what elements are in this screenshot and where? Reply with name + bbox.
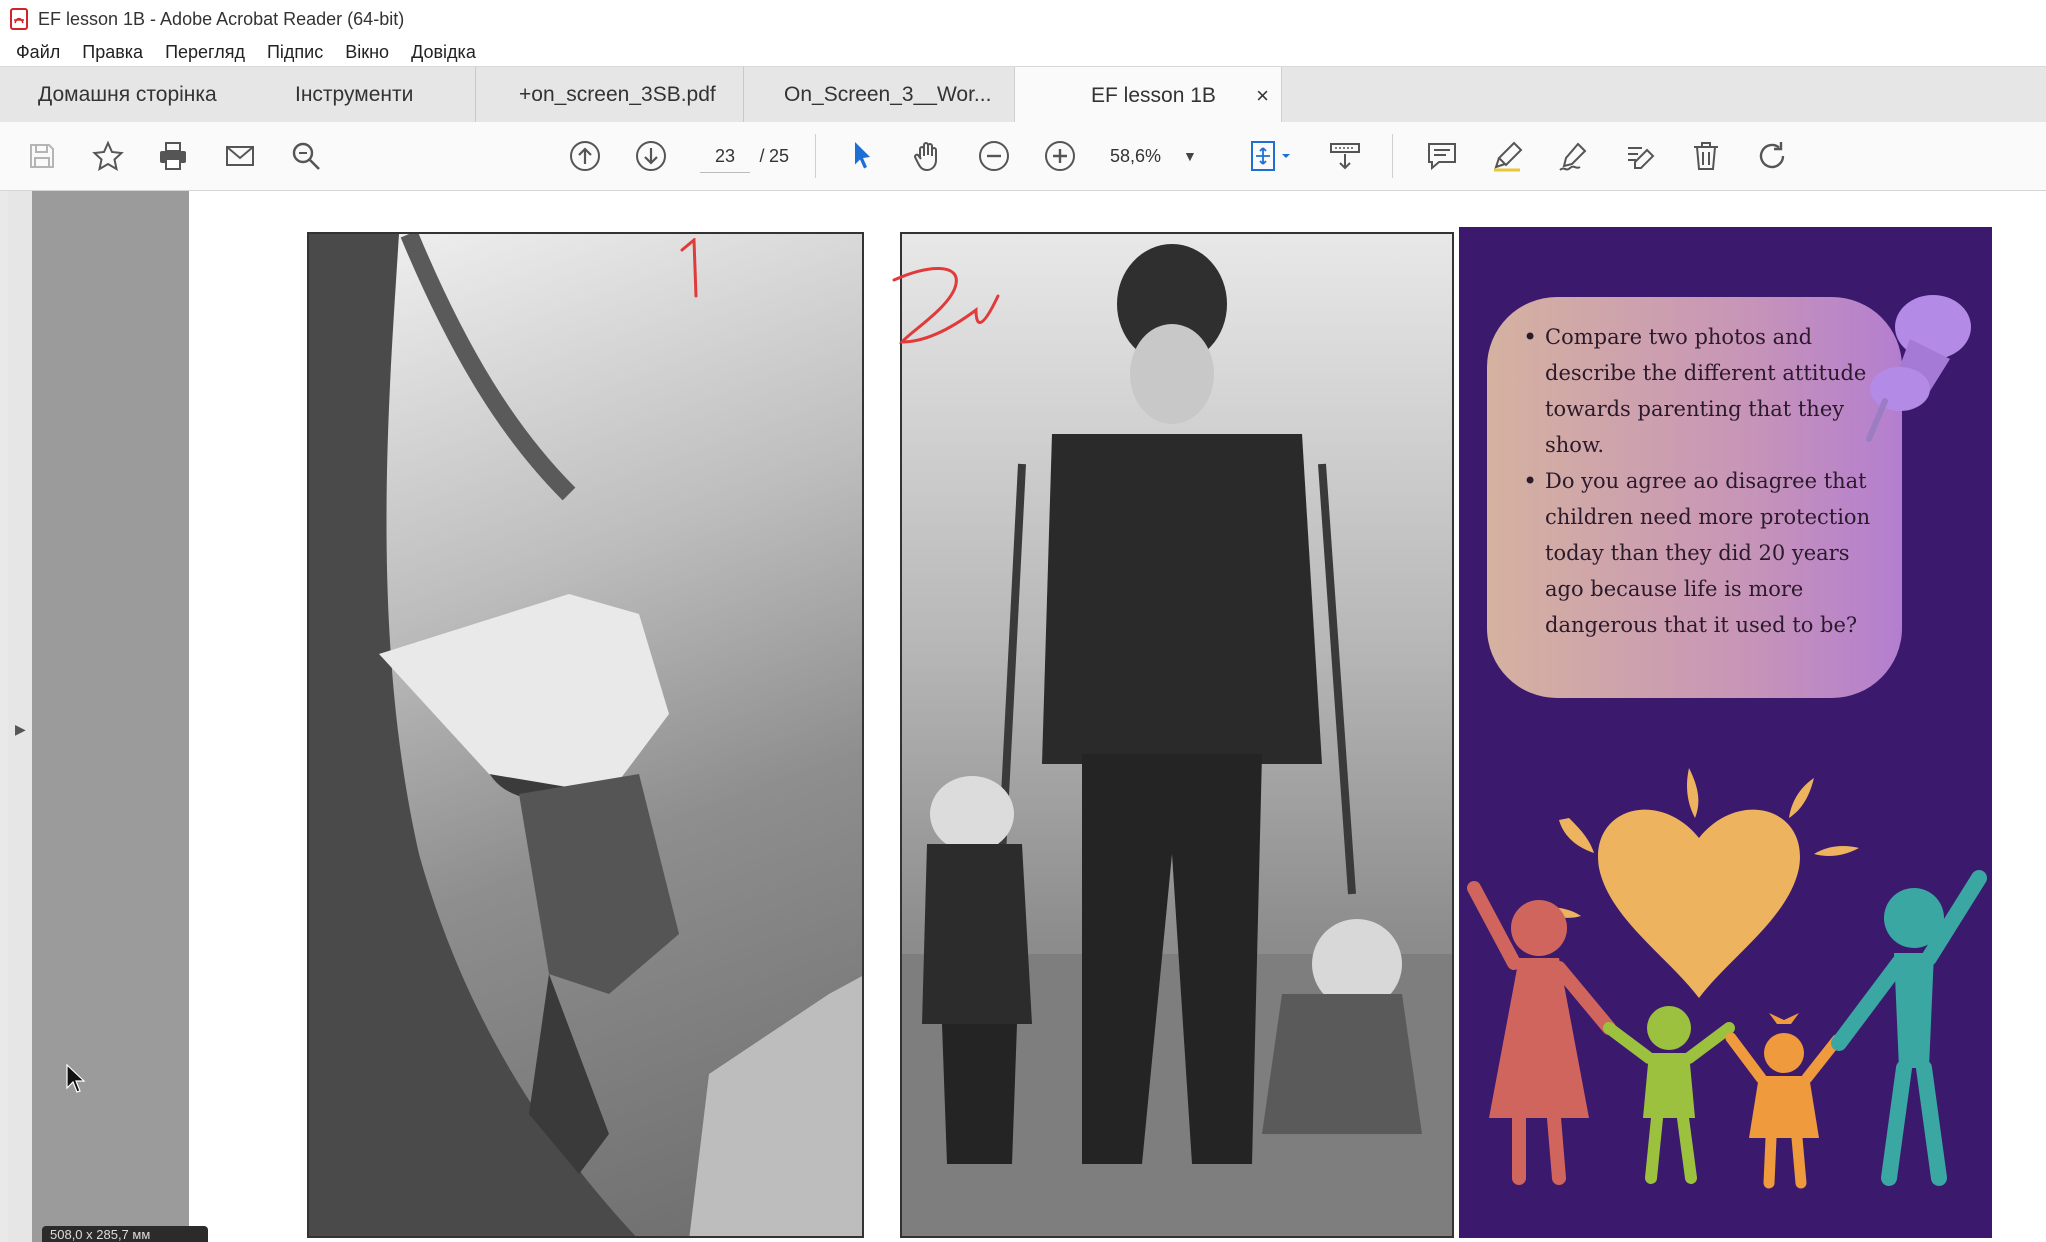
zoom-select[interactable]: 58,6% ▼	[1110, 140, 1210, 172]
fit-page-icon	[1251, 141, 1290, 171]
navigation-panel[interactable]: ▶	[8, 191, 32, 1242]
tab-tools[interactable]: Інструменти	[258, 67, 476, 123]
tab-home-label: Домашня сторінка	[38, 83, 217, 106]
pushpin-icon	[1866, 295, 1971, 442]
plus-circle-icon	[1045, 141, 1075, 171]
edit-text-button[interactable]	[1620, 136, 1660, 176]
zoom-value: 58,6%	[1110, 146, 1162, 166]
figure-child-green-icon	[1603, 1006, 1735, 1184]
page-total: 25	[768, 146, 790, 166]
question-list: Compare two photos and describe the diff…	[1487, 297, 1902, 643]
expand-panel-icon[interactable]: ▶	[15, 721, 26, 738]
tab-tools-label: Інструменти	[295, 83, 414, 106]
chevron-down-icon: ▼	[1183, 148, 1197, 164]
close-tab-icon[interactable]: ×	[1256, 83, 1269, 109]
menu-view[interactable]: Перегляд	[165, 42, 245, 63]
question-item-compare: Compare two photos and describe the diff…	[1523, 319, 1884, 463]
figure-woman-icon	[1467, 881, 1616, 1185]
next-page-button[interactable]	[631, 136, 671, 176]
tab-document-label: EF lesson 1B	[1091, 83, 1216, 107]
toolbar-divider	[815, 134, 816, 178]
menu-file[interactable]: Файл	[16, 42, 60, 63]
zoom-out-button[interactable]	[974, 136, 1014, 176]
undo-icon	[1759, 142, 1785, 169]
mouse-pointer-icon	[66, 1064, 86, 1093]
page-margin-gray	[32, 191, 189, 1242]
edit-text-icon	[1628, 147, 1655, 169]
print-button[interactable]	[153, 136, 193, 176]
comment-button[interactable]	[1422, 136, 1462, 176]
tab-document[interactable]: On_Screen_3__Wor...	[744, 67, 1014, 123]
highlighter-icon	[1494, 141, 1523, 172]
fit-page-button[interactable]	[1245, 136, 1301, 176]
window-title: EF lesson 1B - Adobe Acrobat Reader (64-…	[38, 8, 405, 29]
tab-home[interactable]: Домашня сторінка	[38, 67, 258, 123]
coordinates-readout: 508,0 x 285,7 мм	[42, 1226, 208, 1242]
star-icon	[92, 140, 124, 172]
heart-icon	[1598, 809, 1800, 998]
highlight-button[interactable]	[1488, 136, 1528, 176]
question-bubble: Compare two photos and describe the diff…	[1487, 297, 1902, 698]
bookmark-button[interactable]	[88, 136, 128, 176]
arrow-down-circle-icon	[636, 141, 666, 171]
tab-document-label: +on_screen_3SB.pdf	[519, 83, 716, 106]
tab-bar: Домашня сторінка Інструменти +on_screen_…	[0, 66, 2046, 124]
figure-child-orange-icon	[1725, 1013, 1843, 1189]
tab-document[interactable]: +on_screen_3SB.pdf	[476, 67, 744, 123]
title-bar: EF lesson 1B - Adobe Acrobat Reader (64-…	[0, 0, 2046, 38]
undo-button[interactable]	[1752, 136, 1792, 176]
scroll-down-icon	[1330, 143, 1360, 170]
search-button[interactable]	[286, 136, 326, 176]
photo-boy-climbing-tree	[307, 232, 864, 1238]
hand-icon	[914, 142, 937, 172]
minus-circle-icon	[979, 141, 1009, 171]
save-icon	[30, 144, 54, 168]
delete-button[interactable]	[1686, 136, 1726, 176]
search-icon	[292, 142, 320, 170]
arrow-up-circle-icon	[570, 141, 600, 171]
draw-button[interactable]	[1554, 136, 1594, 176]
email-button[interactable]	[220, 136, 260, 176]
select-tool-button[interactable]	[842, 136, 882, 176]
read-mode-button[interactable]	[1325, 136, 1365, 176]
comment-icon	[1428, 143, 1456, 171]
menu-help[interactable]: Довідка	[411, 42, 476, 63]
page-number-input[interactable]: 23	[700, 140, 750, 173]
menu-bar: Файл Правка Перегляд Підпис Вікно Довідк…	[0, 38, 2046, 66]
zoom-in-button[interactable]	[1040, 136, 1080, 176]
trash-icon	[1694, 142, 1718, 170]
cursor-arrow-icon	[855, 142, 870, 169]
printer-icon	[160, 142, 186, 170]
previous-page-button[interactable]	[565, 136, 605, 176]
question-item-protection: Do you agree ao disagree that children n…	[1523, 463, 1884, 643]
discussion-card: Compare two photos and describe the diff…	[1459, 227, 1992, 1238]
toolbar-divider	[1392, 134, 1393, 178]
hand-tool-button[interactable]	[908, 136, 948, 176]
tab-document-active[interactable]: EF lesson 1B ×	[1014, 67, 1282, 124]
acrobat-icon	[10, 8, 28, 30]
menu-edit[interactable]: Правка	[82, 42, 143, 63]
photo-mother-with-toddlers	[900, 232, 1454, 1238]
figure-man-icon	[1831, 870, 1987, 1186]
family-illustration	[1467, 768, 1987, 1189]
menu-sign[interactable]: Підпис	[267, 42, 323, 63]
tab-document-label: On_Screen_3__Wor...	[784, 83, 992, 106]
toolbar: 23 / 25 58,6% ▼	[0, 122, 2046, 191]
pen-icon	[1559, 142, 1587, 171]
save-button[interactable]	[22, 136, 62, 176]
menu-window[interactable]: Вікно	[345, 42, 389, 63]
mail-icon	[226, 146, 254, 166]
